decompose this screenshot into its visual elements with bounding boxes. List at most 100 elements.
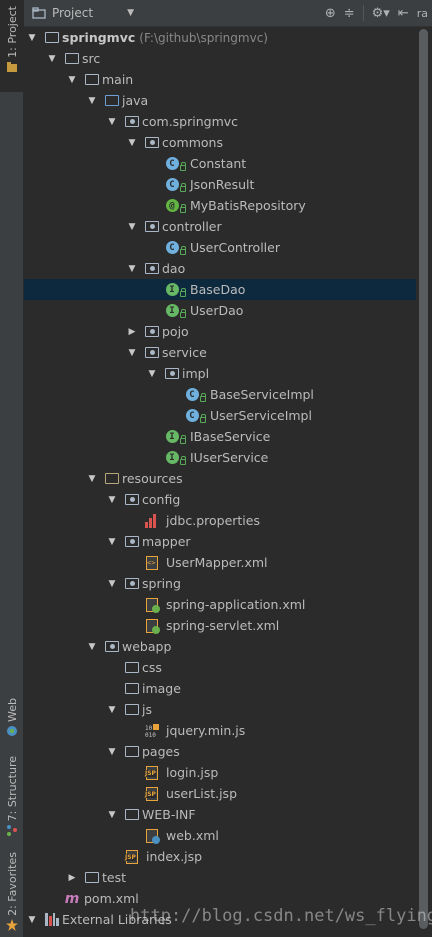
structure-icon: [7, 825, 17, 837]
tree-node-jdbc-properties[interactable]: jdbc.properties: [24, 510, 416, 531]
node-label: login.jsp: [166, 765, 219, 780]
tree-node-usermapper-xml[interactable]: UserMapper.xml: [24, 552, 416, 573]
tree-node-src[interactable]: ▼ src: [24, 48, 416, 69]
node-label: BaseDao: [190, 282, 246, 297]
structure-tool-tab[interactable]: 7: Structure: [0, 756, 24, 844]
expand-arrow-icon[interactable]: ▼: [106, 809, 118, 821]
collapse-arrow-icon[interactable]: ▶: [126, 326, 138, 338]
scrollbar-thumb[interactable]: [419, 29, 428, 929]
tree-node-controller[interactable]: ▼ controller: [24, 216, 416, 237]
expand-arrow-icon[interactable]: ▼: [126, 263, 138, 275]
expand-arrow-icon[interactable]: ▼: [126, 137, 138, 149]
tree-node-springmvc[interactable]: ▼ springmvc (F:\github\springmvc): [24, 27, 416, 48]
node-label: JsonResult: [190, 177, 255, 192]
vertical-scrollbar[interactable]: [416, 27, 432, 937]
collapse-arrow-icon[interactable]: ▶: [66, 872, 78, 884]
expand-arrow-icon[interactable]: ▼: [86, 473, 98, 485]
expand-arrow-icon[interactable]: ▼: [146, 368, 158, 380]
folder-icon: [124, 807, 140, 823]
tree-node-userserviceimpl[interactable]: C UserServiceImpl: [24, 405, 416, 426]
expand-arrow-icon[interactable]: ▼: [46, 53, 58, 65]
tree-node-spring[interactable]: ▼ spring: [24, 573, 416, 594]
tree-node-web-xml[interactable]: web.xml: [24, 825, 416, 846]
tree-node-jsonresult[interactable]: C JsonResult: [24, 174, 416, 195]
tree-node-main[interactable]: ▼ main: [24, 69, 416, 90]
tree-node-spring-application-xml[interactable]: spring-application.xml: [24, 594, 416, 615]
hide-panel-icon[interactable]: ⇤: [398, 6, 409, 21]
expand-arrow-icon[interactable]: ▼: [86, 641, 98, 653]
tree-node-web-inf[interactable]: ▼ WEB-INF: [24, 804, 416, 825]
tree-node-pages[interactable]: ▼ pages: [24, 741, 416, 762]
project-tool-tab[interactable]: 1: Project: [0, 0, 24, 92]
project-view-selector[interactable]: Project ▼: [32, 3, 134, 23]
tree-node-js[interactable]: ▼ js: [24, 699, 416, 720]
expand-arrow-icon[interactable]: ▼: [106, 704, 118, 716]
collapse-all-icon[interactable]: ≑: [344, 6, 355, 21]
tree-node-constant[interactable]: C Constant: [24, 153, 416, 174]
expand-arrow-icon[interactable]: ▼: [106, 536, 118, 548]
folder-icon: [124, 681, 140, 697]
tree-node-index-jsp[interactable]: index.jsp: [24, 846, 416, 867]
tree-node-impl[interactable]: ▼ impl: [24, 363, 416, 384]
expand-arrow-icon[interactable]: ▼: [126, 221, 138, 233]
node-label: index.jsp: [146, 849, 203, 864]
project-tree[interactable]: ▼ springmvc (F:\github\springmvc) ▼ src …: [24, 27, 416, 937]
tree-node-service[interactable]: ▼ service: [24, 342, 416, 363]
node-label: IUserService: [190, 450, 269, 465]
scroll-from-source-icon[interactable]: ⊕: [325, 6, 336, 21]
tree-node-commons[interactable]: ▼ commons: [24, 132, 416, 153]
tree-node-userlist-jsp[interactable]: userList.jsp: [24, 783, 416, 804]
tree-node-userdao[interactable]: I UserDao: [24, 300, 416, 321]
tree-node-baseserviceimpl[interactable]: C BaseServiceImpl: [24, 384, 416, 405]
package-icon: [164, 366, 180, 382]
tree-node-com-springmvc[interactable]: ▼ com.springmvc: [24, 111, 416, 132]
settings-gear-icon[interactable]: ⚙▾: [372, 6, 390, 21]
tree-node-iuserservice[interactable]: I IUserService: [24, 447, 416, 468]
expand-arrow-icon[interactable]: ▼: [106, 746, 118, 758]
tree-node-pom-xml[interactable]: m pom.xml: [24, 888, 416, 909]
node-label: dao: [162, 261, 186, 276]
tree-node-test[interactable]: ▶ test: [24, 867, 416, 888]
node-label: UserDao: [190, 303, 244, 318]
node-label: spring-servlet.xml: [166, 618, 280, 633]
expand-arrow-icon[interactable]: ▼: [86, 95, 98, 107]
tree-node-ibaseservice[interactable]: I IBaseService: [24, 426, 416, 447]
libraries-icon: [44, 912, 60, 928]
expand-arrow-icon[interactable]: ▼: [66, 74, 78, 86]
favorites-tool-tab[interactable]: 2: Favorites: [0, 852, 24, 937]
tree-node-webapp[interactable]: ▼ webapp: [24, 636, 416, 657]
tree-node-resources[interactable]: ▼ resources: [24, 468, 416, 489]
web-tool-tab[interactable]: Web: [0, 698, 24, 748]
tree-node-external-libraries[interactable]: ▼ External Libraries: [24, 909, 416, 930]
tree-node-dao[interactable]: ▼ dao: [24, 258, 416, 279]
folder-icon: [124, 492, 140, 508]
tree-node-mapper[interactable]: ▼ mapper: [24, 531, 416, 552]
tree-node-jquery-min-js[interactable]: 10 010 jquery.min.js: [24, 720, 416, 741]
expand-arrow-icon[interactable]: ▼: [26, 914, 38, 926]
node-label: spring-application.xml: [166, 597, 306, 612]
expand-arrow-icon[interactable]: ▼: [106, 116, 118, 128]
tree-node-pojo[interactable]: ▶ pojo: [24, 321, 416, 342]
tree-node-image[interactable]: image: [24, 678, 416, 699]
expand-arrow-icon[interactable]: ▼: [106, 578, 118, 590]
favorites-tab-label: 2: Favorites: [5, 852, 19, 916]
folder-icon: [124, 702, 140, 718]
lock-icon: [180, 455, 186, 465]
tree-node-java[interactable]: ▼ java: [24, 90, 416, 111]
tree-node-config[interactable]: ▼ config: [24, 489, 416, 510]
package-icon: [144, 324, 160, 340]
class-icon: C: [164, 177, 186, 193]
expand-arrow-icon[interactable]: ▼: [106, 494, 118, 506]
interface-icon: I: [164, 303, 186, 319]
expand-arrow-icon[interactable]: ▼: [26, 32, 38, 44]
expand-arrow-icon[interactable]: ▼: [126, 347, 138, 359]
node-label: WEB-INF: [142, 807, 196, 822]
tree-node-login-jsp[interactable]: login.jsp: [24, 762, 416, 783]
tree-node-basedao[interactable]: I BaseDao: [24, 279, 416, 300]
tree-node-usercontroller[interactable]: C UserController: [24, 237, 416, 258]
svg-text:10: 10: [145, 725, 153, 732]
package-icon: [144, 345, 160, 361]
tree-node-css[interactable]: css: [24, 657, 416, 678]
tree-node-mybatisrepository[interactable]: @ MyBatisRepository: [24, 195, 416, 216]
tree-node-spring-servlet-xml[interactable]: spring-servlet.xml: [24, 615, 416, 636]
